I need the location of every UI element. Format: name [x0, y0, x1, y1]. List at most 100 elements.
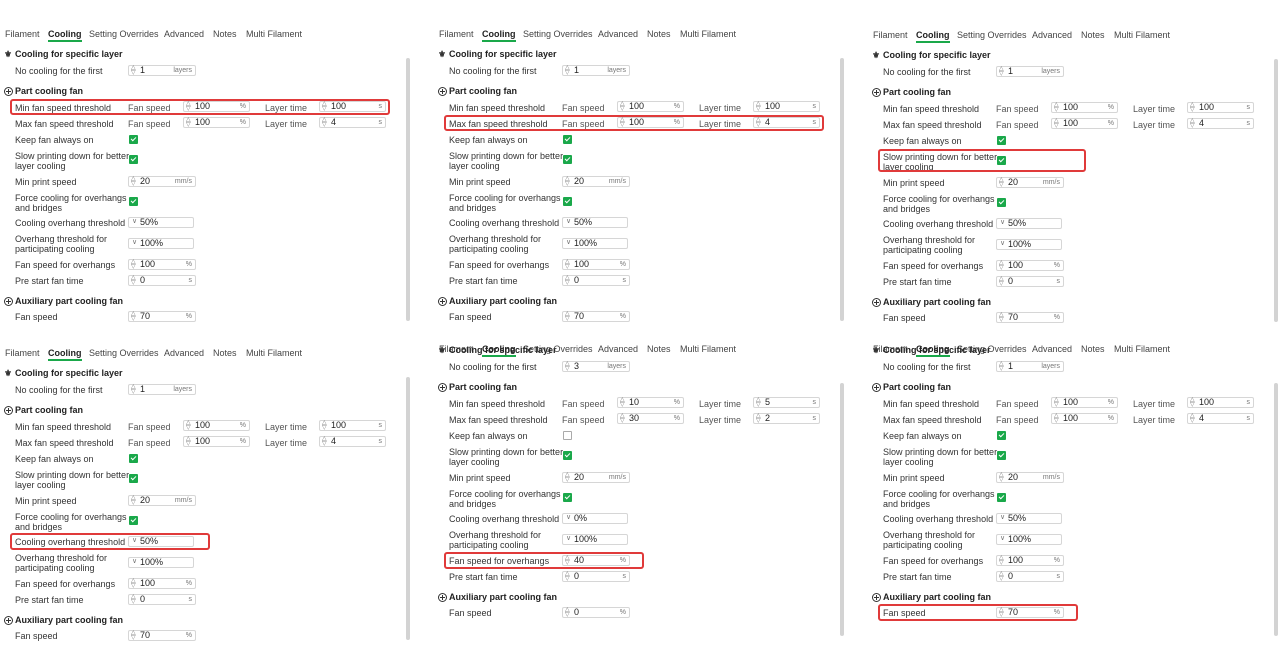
min-fan-speed-input[interactable]: △ ▽ 100% [1051, 397, 1118, 408]
tab-setting-overrides[interactable]: Setting Overrides [89, 347, 159, 359]
spin-arrows-icon[interactable]: △ ▽ [131, 65, 136, 76]
no-cooling-input[interactable]: △ ▽ 1 layers [128, 65, 196, 76]
tab-filament[interactable]: Filament [5, 347, 40, 359]
vertical-scrollbar[interactable] [406, 377, 410, 640]
min-layer-time-input[interactable]: △ ▽ 5 s [753, 397, 820, 408]
spin-arrows-icon[interactable]: △ ▽ [186, 436, 191, 447]
min-print-input[interactable]: △ ▽ 20 mm/s [128, 176, 196, 187]
tab-cooling[interactable]: Cooling [916, 29, 950, 43]
spin-arrows-icon[interactable]: △ ▽ [565, 259, 570, 270]
tab-cooling[interactable]: Cooling [48, 28, 82, 42]
spin-arrows-icon[interactable]: △ ▽ [565, 607, 570, 618]
max-fan-speed-input[interactable]: △ ▽ 100% [183, 117, 250, 128]
spin-arrows-icon[interactable]: △ ▽ [1054, 413, 1059, 424]
aux-fan-speed-input[interactable]: △ ▽ 70% [562, 311, 630, 322]
overhang-threshold-combo[interactable]: ∨ 50% [996, 513, 1062, 524]
tab-cooling[interactable]: Cooling [482, 28, 516, 42]
tab-multi-filament[interactable]: Multi Filament [1114, 29, 1170, 41]
keep-fan-checkbox[interactable] [997, 136, 1006, 145]
vertical-scrollbar[interactable] [406, 58, 410, 321]
tab-advanced[interactable]: Advanced [1032, 343, 1072, 355]
overhang-threshold-combo[interactable]: ∨ 50% [996, 218, 1062, 229]
spin-arrows-icon[interactable]: △ ▽ [756, 413, 761, 424]
min-fan-speed-input[interactable]: △ ▽ 100% [183, 420, 250, 431]
force-cool-checkbox[interactable] [129, 516, 138, 525]
spin-arrows-icon[interactable]: △ ▽ [1190, 118, 1195, 129]
keep-fan-checkbox[interactable] [997, 431, 1006, 440]
spin-arrows-icon[interactable]: △ ▽ [131, 275, 136, 286]
spin-arrows-icon[interactable]: △ ▽ [1190, 397, 1195, 408]
spin-arrows-icon[interactable]: △ ▽ [565, 472, 570, 483]
tab-advanced[interactable]: Advanced [1032, 29, 1072, 41]
slow-down-checkbox[interactable] [563, 155, 572, 164]
pre-start-input[interactable]: △ ▽ 0 s [562, 571, 630, 582]
aux-fan-speed-input[interactable]: △ ▽ 70% [128, 311, 196, 322]
pre-start-input[interactable]: △ ▽ 0 s [562, 275, 630, 286]
spin-arrows-icon[interactable]: △ ▽ [1054, 118, 1059, 129]
tab-multi-filament[interactable]: Multi Filament [246, 28, 302, 40]
spin-arrows-icon[interactable]: △ ▽ [565, 361, 570, 372]
aux-fan-speed-input[interactable]: △ ▽ 70% [128, 630, 196, 641]
overhang-part-combo[interactable]: ∨ 100% [128, 557, 194, 568]
slow-down-checkbox[interactable] [563, 451, 572, 460]
max-layer-time-input[interactable]: △ ▽ 4 s [319, 436, 386, 447]
pre-start-input[interactable]: △ ▽ 0 s [128, 594, 196, 605]
fan-overhang-input[interactable]: △ ▽ 100% [996, 555, 1064, 566]
min-print-input[interactable]: △ ▽ 20 mm/s [562, 472, 630, 483]
spin-arrows-icon[interactable]: △ ▽ [565, 176, 570, 187]
keep-fan-checkbox[interactable] [563, 431, 572, 440]
spin-arrows-icon[interactable]: △ ▽ [131, 259, 136, 270]
tab-advanced[interactable]: Advanced [598, 28, 638, 40]
keep-fan-checkbox[interactable] [129, 454, 138, 463]
force-cool-checkbox[interactable] [563, 197, 572, 206]
no-cooling-input[interactable]: △ ▽ 3 layers [562, 361, 630, 372]
fan-overhang-input[interactable]: △ ▽ 100% [996, 260, 1064, 271]
spin-arrows-icon[interactable]: △ ▽ [999, 66, 1004, 77]
max-fan-speed-input[interactable]: △ ▽ 100% [183, 436, 250, 447]
tab-notes[interactable]: Notes [647, 343, 671, 355]
tab-multi-filament[interactable]: Multi Filament [246, 347, 302, 359]
max-fan-speed-input[interactable]: △ ▽ 100% [1051, 118, 1118, 129]
spin-arrows-icon[interactable]: △ ▽ [756, 397, 761, 408]
slow-down-checkbox[interactable] [129, 474, 138, 483]
max-layer-time-input[interactable]: △ ▽ 4 s [1187, 413, 1254, 424]
vertical-scrollbar[interactable] [1274, 59, 1278, 322]
spin-arrows-icon[interactable]: △ ▽ [999, 276, 1004, 287]
keep-fan-checkbox[interactable] [129, 135, 138, 144]
max-layer-time-input[interactable]: △ ▽ 2 s [753, 413, 820, 424]
spin-arrows-icon[interactable]: △ ▽ [131, 495, 136, 506]
spin-arrows-icon[interactable]: △ ▽ [565, 571, 570, 582]
spin-arrows-icon[interactable]: △ ▽ [565, 65, 570, 76]
no-cooling-input[interactable]: △ ▽ 1 layers [996, 361, 1064, 372]
spin-arrows-icon[interactable]: △ ▽ [999, 361, 1004, 372]
slow-down-checkbox[interactable] [129, 155, 138, 164]
spin-arrows-icon[interactable]: △ ▽ [186, 420, 191, 431]
spin-arrows-icon[interactable]: △ ▽ [999, 555, 1004, 566]
spin-arrows-icon[interactable]: △ ▽ [322, 436, 327, 447]
force-cool-checkbox[interactable] [997, 198, 1006, 207]
overhang-part-combo[interactable]: ∨ 100% [996, 239, 1062, 250]
tab-notes[interactable]: Notes [647, 28, 671, 40]
tab-advanced[interactable]: Advanced [164, 347, 204, 359]
min-fan-speed-input[interactable]: △ ▽ 10% [617, 397, 684, 408]
min-fan-speed-input[interactable]: △ ▽ 100% [1051, 102, 1118, 113]
min-layer-time-input[interactable]: △ ▽ 100 s [1187, 397, 1254, 408]
pre-start-input[interactable]: △ ▽ 0 s [996, 571, 1064, 582]
tab-multi-filament[interactable]: Multi Filament [680, 28, 736, 40]
overhang-threshold-combo[interactable]: ∨ 0% [562, 513, 628, 524]
min-print-input[interactable]: △ ▽ 20 mm/s [996, 472, 1064, 483]
min-layer-time-input[interactable]: △ ▽ 100 s [753, 101, 820, 112]
spin-arrows-icon[interactable]: △ ▽ [565, 275, 570, 286]
spin-arrows-icon[interactable]: △ ▽ [186, 117, 191, 128]
pre-start-input[interactable]: △ ▽ 0 s [996, 276, 1064, 287]
spin-arrows-icon[interactable]: △ ▽ [131, 578, 136, 589]
min-fan-speed-input[interactable]: △ ▽ 100% [617, 101, 684, 112]
spin-arrows-icon[interactable]: △ ▽ [999, 571, 1004, 582]
spin-arrows-icon[interactable]: △ ▽ [756, 101, 761, 112]
tab-notes[interactable]: Notes [1081, 29, 1105, 41]
tab-setting-overrides[interactable]: Setting Overrides [523, 28, 593, 40]
spin-arrows-icon[interactable]: △ ▽ [999, 260, 1004, 271]
overhang-part-combo[interactable]: ∨ 100% [562, 238, 628, 249]
spin-arrows-icon[interactable]: △ ▽ [620, 413, 625, 424]
vertical-scrollbar[interactable] [840, 383, 844, 636]
